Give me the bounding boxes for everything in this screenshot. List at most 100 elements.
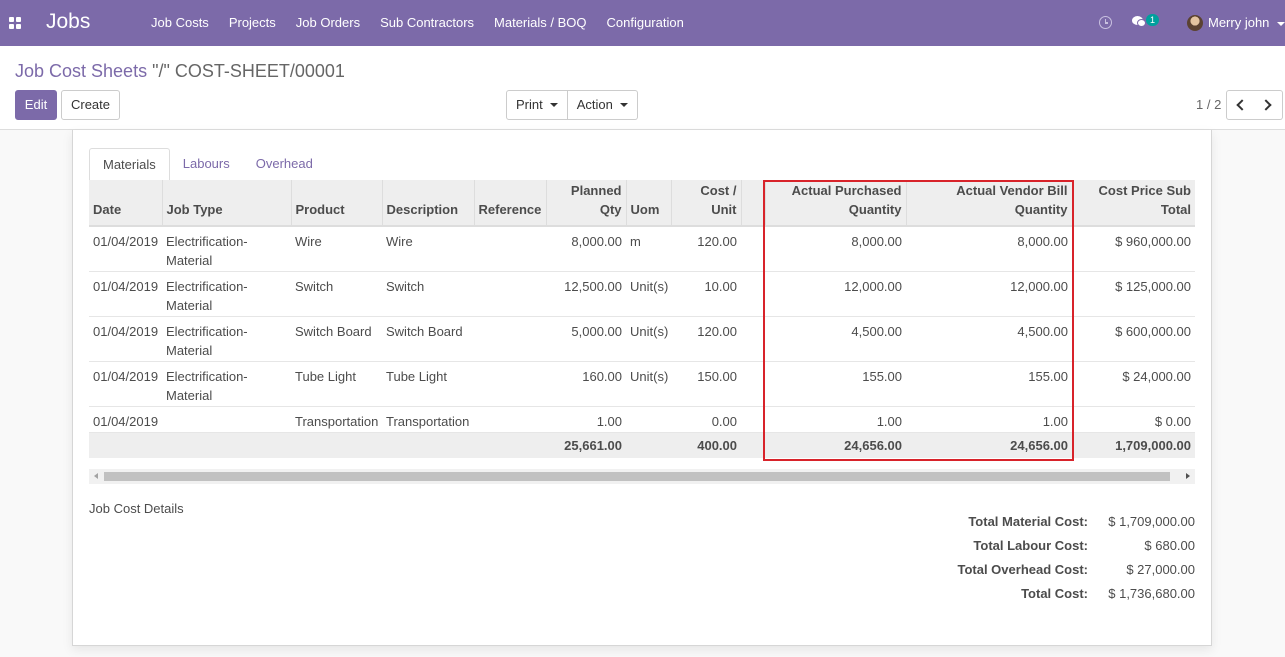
cell-reference xyxy=(474,226,546,272)
breadcrumb-current: "/" COST-SHEET/00001 xyxy=(152,61,345,81)
edit-button[interactable]: Edit xyxy=(15,90,57,120)
cell-actual-purchased: 4,500.00 xyxy=(765,316,906,362)
cell-uom: m xyxy=(626,226,671,272)
print-dropdown-button[interactable]: Print xyxy=(506,90,568,120)
scroll-left-arrow-icon[interactable] xyxy=(94,473,98,479)
col-planned-qty-line1: Planned xyxy=(570,183,622,198)
table-row[interactable]: 01/04/2019 Electrification-Material Tube… xyxy=(89,361,1195,407)
cell-job-type xyxy=(162,406,291,433)
pager-value[interactable]: 1 / 2 xyxy=(1196,97,1221,112)
cell-planned-qty: 12,500.00 xyxy=(546,271,626,317)
tab-labours[interactable]: Labours xyxy=(170,148,243,181)
cell-spacer xyxy=(741,226,765,272)
menu-configuration[interactable]: Configuration xyxy=(597,0,694,46)
action-button-group: Print Action xyxy=(506,90,638,120)
control-panel: Job Cost Sheets "/" COST-SHEET/00001 Edi… xyxy=(0,46,1285,130)
cell-product: Switch Board xyxy=(291,316,382,362)
col-subtotal-line1: Cost Price Sub xyxy=(1098,183,1191,198)
menu-projects[interactable]: Projects xyxy=(219,0,286,46)
menu-job-orders[interactable]: Job Orders xyxy=(286,0,370,46)
total-overhead-cost-row: Total Overhead Cost: $ 27,000.00 xyxy=(900,562,1195,586)
pager-next-button[interactable] xyxy=(1254,90,1283,120)
cell-product: Wire xyxy=(291,226,382,272)
menu-materials-boq[interactable]: Materials / BOQ xyxy=(484,0,596,46)
cell-subtotal: $ 600,000.00 xyxy=(1072,316,1195,362)
avatar[interactable] xyxy=(1187,15,1203,31)
totals-summary: Total Material Cost: $ 1,709,000.00 Tota… xyxy=(900,514,1195,610)
cell-reference xyxy=(474,316,546,362)
col-job-type[interactable]: Job Type xyxy=(161,180,291,227)
cell-subtotal: $ 0.00 xyxy=(1072,406,1195,433)
menu-sub-contractors[interactable]: Sub Contractors xyxy=(370,0,484,46)
cell-planned-qty: 160.00 xyxy=(546,361,626,407)
cell-product: Transportation xyxy=(291,406,382,433)
chat-icon[interactable] xyxy=(1132,16,1146,27)
cell-uom: Unit(s) xyxy=(626,316,671,362)
cell-date: 01/04/2019 xyxy=(89,226,162,272)
chat-count-badge: 1 xyxy=(1146,14,1160,26)
apps-icon[interactable] xyxy=(9,17,21,29)
total-cost-value: $ 1,736,680.00 xyxy=(1108,586,1195,601)
cell-cost-unit: 120.00 xyxy=(671,226,741,272)
table-row[interactable]: 01/04/2019 Transportation Transportation… xyxy=(89,406,1195,433)
cell-description: Transportation xyxy=(382,406,474,433)
user-menu-name[interactable]: Merry john xyxy=(1208,15,1269,30)
col-date[interactable]: Date xyxy=(89,180,162,227)
action-dropdown-button[interactable]: Action xyxy=(567,90,638,120)
clock-icon[interactable] xyxy=(1099,16,1112,29)
create-button[interactable]: Create xyxy=(61,90,120,120)
cell-cost-unit: 0.00 xyxy=(671,406,741,433)
breadcrumb-parent[interactable]: Job Cost Sheets xyxy=(15,61,147,81)
menu-job-costs[interactable]: Job Costs xyxy=(141,0,219,46)
cell-uom xyxy=(626,406,671,433)
cell-planned-qty: 8,000.00 xyxy=(546,226,626,272)
cell-job-type: Electrification-Material xyxy=(162,226,291,272)
table-row[interactable]: 01/04/2019 Electrification-Material Wire… xyxy=(89,226,1195,272)
col-actual-purchased-qty[interactable]: Actual Purchased Quantity xyxy=(764,180,906,227)
notebook-tabs: Materials Labours Overhead xyxy=(89,148,1195,181)
scrollbar-thumb[interactable] xyxy=(104,472,1170,481)
col-cost-unit[interactable]: Cost / Unit xyxy=(670,180,741,227)
col-uom[interactable]: Uom xyxy=(625,180,671,227)
cell-spacer xyxy=(741,361,765,407)
cell-reference xyxy=(474,271,546,317)
footer-actual-vendor-bill: 24,656.00 xyxy=(906,432,1072,458)
cell-planned-qty: 1.00 xyxy=(546,406,626,433)
cell-date: 01/04/2019 xyxy=(89,316,162,362)
col-description[interactable]: Description xyxy=(381,180,474,227)
total-cost-label: Total Cost: xyxy=(1021,586,1088,601)
pager-previous-button[interactable] xyxy=(1226,90,1255,120)
table-row[interactable]: 01/04/2019 Electrification-Material Swit… xyxy=(89,271,1195,317)
cell-reference xyxy=(474,406,546,433)
cell-description: Switch xyxy=(382,271,474,317)
cell-cost-unit: 120.00 xyxy=(671,316,741,362)
tab-overhead[interactable]: Overhead xyxy=(243,148,326,181)
cell-reference xyxy=(474,361,546,407)
col-planned-qty[interactable]: Planned Qty xyxy=(545,180,626,227)
col-actual-vendor-bill-qty[interactable]: Actual Vendor Bill Quantity xyxy=(905,180,1072,227)
table-row[interactable]: 01/04/2019 Electrification-Material Swit… xyxy=(89,316,1195,362)
table-footer-totals: 25,661.00 400.00 24,656.00 24,656.00 1,7… xyxy=(89,432,1195,458)
col-cost-unit-line2: Unit xyxy=(711,202,737,217)
scroll-right-arrow-icon[interactable] xyxy=(1186,473,1190,479)
cell-subtotal: $ 125,000.00 xyxy=(1072,271,1195,317)
cell-job-type: Electrification-Material xyxy=(162,271,291,317)
cell-job-type: Electrification-Material xyxy=(162,361,291,407)
col-reference[interactable]: Reference xyxy=(473,180,546,227)
cell-actual-vendor-bill: 8,000.00 xyxy=(906,226,1072,272)
cell-uom: Unit(s) xyxy=(626,361,671,407)
tab-materials[interactable]: Materials xyxy=(89,148,170,181)
cell-description: Wire xyxy=(382,226,474,272)
cell-actual-vendor-bill: 12,000.00 xyxy=(906,271,1072,317)
cell-date: 01/04/2019 xyxy=(89,271,162,317)
caret-down-icon xyxy=(549,103,558,107)
footer-cost-unit: 400.00 xyxy=(671,432,741,458)
col-cost-price-subtotal[interactable]: Cost Price Sub Total xyxy=(1071,180,1195,227)
materials-table: Date Job Type Product Description Refere… xyxy=(89,180,1195,458)
horizontal-scrollbar[interactable] xyxy=(89,469,1195,484)
app-brand[interactable]: Jobs xyxy=(46,10,90,34)
col-product[interactable]: Product xyxy=(290,180,382,227)
cell-date: 01/04/2019 xyxy=(89,406,162,433)
col-actual-purchased-line2: Quantity xyxy=(848,202,902,217)
cell-spacer xyxy=(741,271,765,317)
